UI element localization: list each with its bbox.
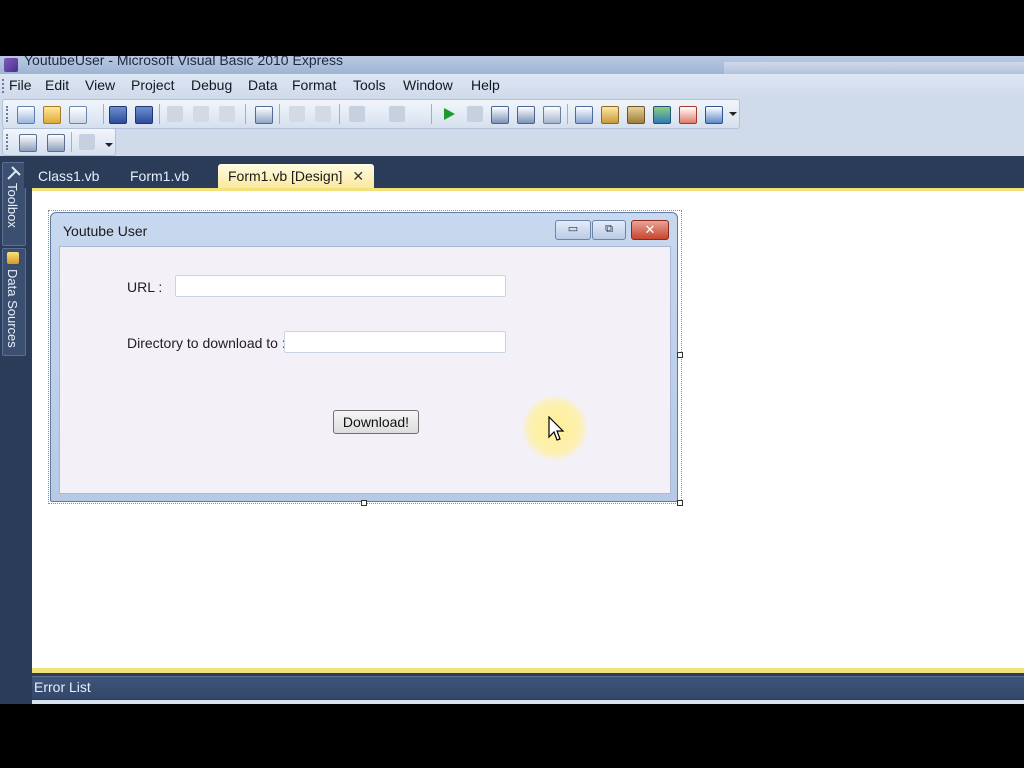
close-tab-icon[interactable]: ✕ bbox=[352, 164, 364, 188]
error-list-label: Error List bbox=[34, 679, 91, 695]
menu-data[interactable]: Data bbox=[248, 77, 278, 93]
toolbar-grip[interactable] bbox=[6, 134, 10, 150]
solution-explorer-icon[interactable] bbox=[575, 106, 593, 124]
directory-textbox[interactable] bbox=[284, 331, 506, 353]
undo-icon[interactable] bbox=[349, 106, 365, 122]
extension-manager-icon[interactable] bbox=[679, 106, 697, 124]
url-label: URL : bbox=[127, 279, 163, 295]
resize-handle-bottom[interactable] bbox=[361, 500, 367, 506]
toolbox-icon[interactable] bbox=[653, 106, 671, 124]
form-minimize-button[interactable]: ▭ bbox=[555, 220, 591, 240]
standard-toolbar bbox=[2, 99, 740, 129]
ide-window: YoutubeUser - Microsoft Visual Basic 201… bbox=[0, 56, 1024, 704]
close-icon: ✕ bbox=[644, 222, 656, 237]
add-item-icon[interactable] bbox=[69, 106, 87, 124]
document-tabs: Class1.vb Form1.vb Form1.vb [Design] ✕ bbox=[24, 156, 1024, 188]
find-icon[interactable] bbox=[255, 106, 273, 124]
menu-debug[interactable]: Debug bbox=[191, 77, 232, 93]
data-sources-icon bbox=[7, 252, 19, 264]
window-title: YoutubeUser - Microsoft Visual Basic 201… bbox=[24, 56, 344, 68]
status-strip bbox=[32, 700, 1024, 704]
align-center-icon[interactable] bbox=[47, 134, 65, 152]
vb-app-icon bbox=[4, 58, 18, 72]
tab-form1-vb[interactable]: Form1.vb bbox=[120, 164, 199, 188]
toolbox-panel-tab[interactable]: Toolbox bbox=[2, 162, 26, 246]
download-button[interactable]: Download! bbox=[333, 410, 419, 434]
comment-icon[interactable] bbox=[289, 106, 305, 122]
maximize-icon: ⧉ bbox=[605, 223, 613, 235]
menu-view[interactable]: View bbox=[85, 77, 115, 93]
layout-toolbar bbox=[2, 128, 116, 156]
uncomment-icon[interactable] bbox=[315, 106, 331, 122]
toolbar-overflow-icon[interactable] bbox=[105, 143, 113, 147]
form-close-button[interactable]: ✕ bbox=[631, 220, 669, 240]
url-textbox[interactable] bbox=[175, 275, 506, 297]
stop-icon[interactable] bbox=[467, 106, 483, 122]
tab-form1-design[interactable]: Form1.vb [Design] ✕ bbox=[218, 164, 375, 188]
data-sources-label: Data Sources bbox=[5, 269, 20, 348]
save-all-icon[interactable] bbox=[135, 106, 153, 124]
menu-project[interactable]: Project bbox=[131, 77, 175, 93]
toolbox-icon bbox=[7, 166, 21, 180]
toolbar-grip[interactable] bbox=[6, 106, 10, 122]
minimize-icon: ▭ bbox=[567, 223, 579, 235]
start-page-icon[interactable] bbox=[705, 106, 723, 124]
new-project-icon[interactable] bbox=[17, 106, 35, 124]
tab-form1-design-label: Form1.vb [Design] bbox=[228, 168, 343, 184]
directory-label: Directory to download to : bbox=[127, 335, 286, 351]
title-bar: YoutubeUser - Microsoft Visual Basic 201… bbox=[0, 56, 1024, 74]
align-left-icon[interactable] bbox=[19, 134, 37, 152]
toolbar-area bbox=[0, 98, 1024, 156]
data-sources-panel-tab[interactable]: Data Sources bbox=[2, 248, 26, 356]
error-list-panel[interactable]: Error List bbox=[32, 676, 1024, 699]
form-designer-surface[interactable]: Youtube User ▭ ⧉ ✕ URL : Directory to do… bbox=[32, 188, 1024, 671]
toolbar-overflow-icon[interactable] bbox=[729, 112, 737, 116]
toolbox-label: Toolbox bbox=[5, 183, 20, 228]
menu-help[interactable]: Help bbox=[471, 77, 500, 93]
menu-window[interactable]: Window bbox=[403, 77, 453, 93]
step-over-icon[interactable] bbox=[517, 106, 535, 124]
copy-icon[interactable] bbox=[193, 106, 209, 122]
form-client-area[interactable]: URL : Directory to download to : Downloa… bbox=[59, 246, 671, 494]
menu-edit[interactable]: Edit bbox=[45, 77, 69, 93]
save-icon[interactable] bbox=[109, 106, 127, 124]
properties-icon[interactable] bbox=[601, 106, 619, 124]
cut-icon[interactable] bbox=[167, 106, 183, 122]
menu-format[interactable]: Format bbox=[292, 77, 336, 93]
step-out-icon[interactable] bbox=[543, 106, 561, 124]
step-into-icon[interactable] bbox=[491, 106, 509, 124]
mouse-pointer-icon bbox=[548, 416, 565, 441]
designed-form[interactable]: Youtube User ▭ ⧉ ✕ URL : Directory to do… bbox=[50, 212, 678, 502]
start-debugging-icon[interactable] bbox=[441, 106, 457, 122]
form-maximize-button[interactable]: ⧉ bbox=[592, 220, 626, 240]
menu-tools[interactable]: Tools bbox=[353, 77, 386, 93]
resize-handle-bottom-right[interactable] bbox=[677, 500, 683, 506]
resize-handle-right[interactable] bbox=[677, 352, 683, 358]
tab-class1-vb[interactable]: Class1.vb bbox=[28, 164, 109, 188]
object-browser-icon[interactable] bbox=[627, 106, 645, 124]
menu-bar: File Edit View Project Debug Data Format… bbox=[0, 74, 1024, 98]
tab-order-icon[interactable] bbox=[79, 134, 95, 150]
open-file-icon[interactable] bbox=[43, 106, 61, 124]
side-dock: Toolbox Data Sources bbox=[0, 156, 26, 704]
menu-file[interactable]: File bbox=[9, 77, 32, 93]
menu-grip[interactable] bbox=[2, 79, 6, 93]
redo-icon[interactable] bbox=[389, 106, 405, 122]
paste-icon[interactable] bbox=[219, 106, 235, 122]
form-title: Youtube User bbox=[63, 223, 148, 239]
